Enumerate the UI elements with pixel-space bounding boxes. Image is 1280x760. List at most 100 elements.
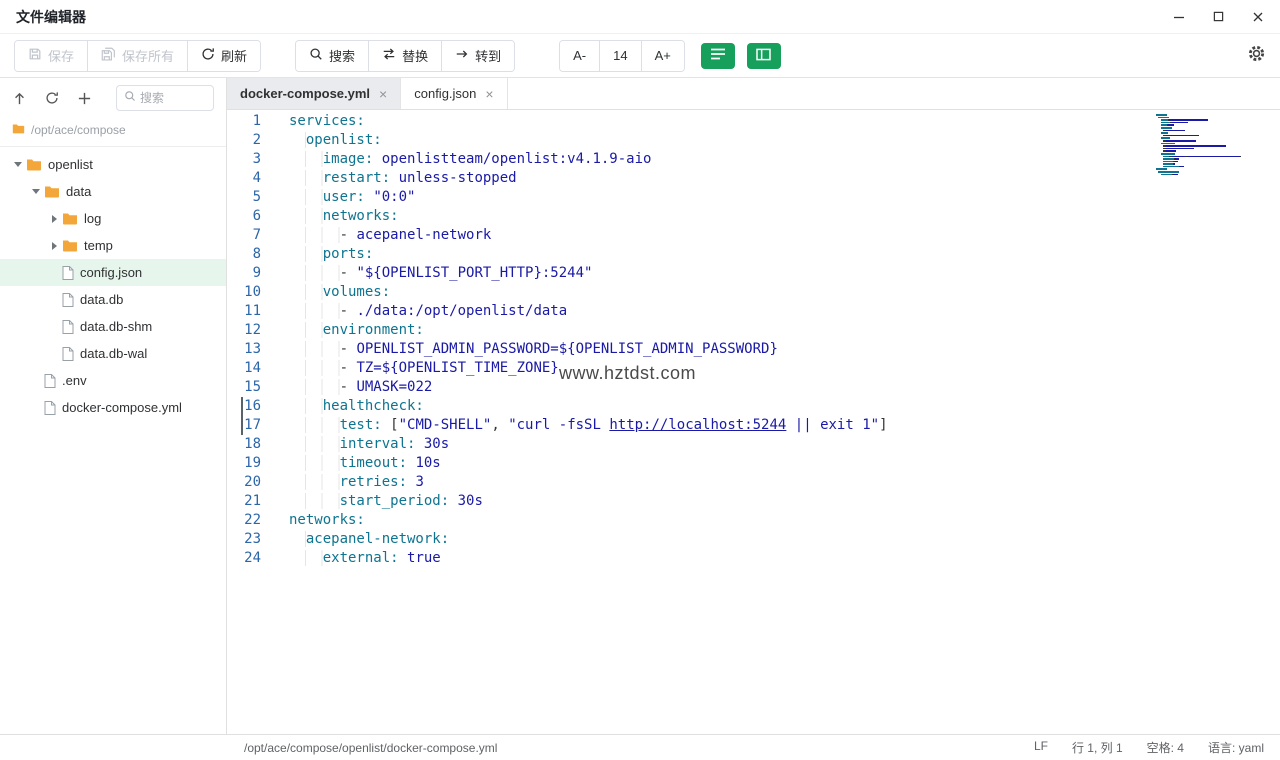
line-number[interactable]: 10 [227,283,261,302]
tree-item-config.json[interactable]: config.json [0,259,226,286]
code-line[interactable]: external: true [289,549,1280,568]
caret-down-icon[interactable] [28,189,44,194]
line-number[interactable]: 17 [227,416,261,435]
caret-down-icon[interactable] [10,162,26,167]
tree-item-data.db-wal[interactable]: data.db-wal [0,340,226,367]
line-number[interactable]: 11 [227,302,261,321]
line-number[interactable]: 3 [227,150,261,169]
tree-item-.env[interactable]: .env [0,367,226,394]
indent-guides [289,246,323,262]
code-line[interactable]: openlist: [289,131,1280,150]
minimize-icon[interactable] [1173,11,1185,23]
settings-button[interactable] [1247,44,1266,68]
replace-button[interactable]: 替换 [369,41,442,71]
tree-item-data[interactable]: data [0,178,226,205]
code-line[interactable]: ports: [289,245,1280,264]
code-line[interactable]: timeout: 10s [289,454,1280,473]
code-line[interactable]: - UMASK=022 [289,378,1280,397]
line-number[interactable]: 7 [227,226,261,245]
code-token: acepanel-network [356,227,491,243]
code-line[interactable]: restart: unless-stopped [289,169,1280,188]
code-token: , [491,417,508,433]
line-number[interactable]: 1 [227,112,261,131]
caret-right-icon[interactable] [46,215,62,223]
goto-button[interactable]: 转到 [442,41,514,71]
status-eol: LF [1034,739,1048,756]
word-wrap-toggle-button[interactable] [701,43,735,69]
code-line[interactable]: environment: [289,321,1280,340]
tab-close-icon[interactable]: × [485,87,493,101]
code-line[interactable]: retries: 3 [289,473,1280,492]
code-line[interactable]: healthcheck: [289,397,1280,416]
refresh-button[interactable]: 刷新 [188,41,260,71]
code-line[interactable]: - acepanel-network [289,226,1280,245]
indent-guides [289,170,323,186]
folder-icon [62,212,78,225]
up-directory-button[interactable] [12,91,27,106]
code-line[interactable]: start_period: 30s [289,492,1280,511]
code-line[interactable]: - "${OPENLIST_PORT_HTTP}:5244" [289,264,1280,283]
code-token: - [340,360,357,376]
search-button[interactable]: 搜索 [296,41,369,71]
code-line[interactable]: - OPENLIST_ADMIN_PASSWORD=${OPENLIST_ADM… [289,340,1280,359]
line-number[interactable]: 6 [227,207,261,226]
line-number[interactable]: 15 [227,378,261,397]
tab-close-icon[interactable]: × [379,87,387,101]
line-number[interactable]: 9 [227,264,261,283]
line-number[interactable]: 14 [227,359,261,378]
code-line[interactable]: test: ["CMD-SHELL", "curl -fsSL http://l… [289,416,1280,435]
save-all-button[interactable]: 保存所有 [88,41,188,71]
tree-item-temp[interactable]: temp [0,232,226,259]
line-number[interactable]: 19 [227,454,261,473]
tab-docker-compose.yml[interactable]: docker-compose.yml× [227,78,401,109]
font-increase-button[interactable]: A+ [642,41,684,71]
close-icon[interactable] [1252,11,1264,23]
sidebar-search-input[interactable] [140,91,202,105]
code-line[interactable]: - ./data:/opt/openlist/data [289,302,1280,321]
code-link[interactable]: http://localhost:5244 [609,417,786,433]
code-line[interactable]: - TZ=${OPENLIST_TIME_ZONE} [289,359,1280,378]
line-number[interactable]: 18 [227,435,261,454]
line-number[interactable]: 5 [227,188,261,207]
line-number[interactable]: 20 [227,473,261,492]
line-number[interactable]: 22 [227,511,261,530]
tree-item-docker-compose.yml[interactable]: docker-compose.yml [0,394,226,421]
code-line[interactable]: volumes: [289,283,1280,302]
line-number[interactable]: 13 [227,340,261,359]
tree-item-openlist[interactable]: openlist [0,151,226,178]
new-file-button[interactable] [77,91,92,106]
tree-item-data.db-shm[interactable]: data.db-shm [0,313,226,340]
line-number[interactable]: 23 [227,530,261,549]
refresh-tree-button[interactable] [45,91,59,105]
code-editor[interactable]: 123456789101112131415161718192021222324 … [227,110,1280,734]
indent-guides [289,417,340,433]
code-line[interactable]: acepanel-network: [289,530,1280,549]
tree-item-data.db[interactable]: data.db [0,286,226,313]
line-number[interactable]: 2 [227,131,261,150]
code-line[interactable]: interval: 30s [289,435,1280,454]
save-button[interactable]: 保存 [15,41,88,71]
line-number[interactable]: 21 [227,492,261,511]
caret-right-icon[interactable] [46,242,62,250]
code-line[interactable]: services: [289,112,1280,131]
tab-bar: docker-compose.yml×config.json× [227,78,1280,110]
minimap[interactable] [1156,114,1252,176]
code-area[interactable]: services: openlist: image: openlistteam/… [267,112,1280,734]
line-number[interactable]: 24 [227,549,261,568]
code-line[interactable]: networks: [289,207,1280,226]
line-number[interactable]: 16 [227,397,261,416]
tree-item-label: openlist [48,157,93,172]
maximize-icon[interactable] [1213,11,1224,22]
line-number[interactable]: 12 [227,321,261,340]
tree-item-log[interactable]: log [0,205,226,232]
code-line[interactable]: image: openlistteam/openlist:v4.1.9-aio [289,150,1280,169]
code-line[interactable]: networks: [289,511,1280,530]
code-token [399,550,407,566]
line-number[interactable]: 4 [227,169,261,188]
search-icon [309,47,323,64]
line-number[interactable]: 8 [227,245,261,264]
font-decrease-button[interactable]: A- [560,41,600,71]
code-line[interactable]: user: "0:0" [289,188,1280,207]
panel-view-toggle-button[interactable] [747,43,781,69]
tab-config.json[interactable]: config.json× [401,78,507,109]
